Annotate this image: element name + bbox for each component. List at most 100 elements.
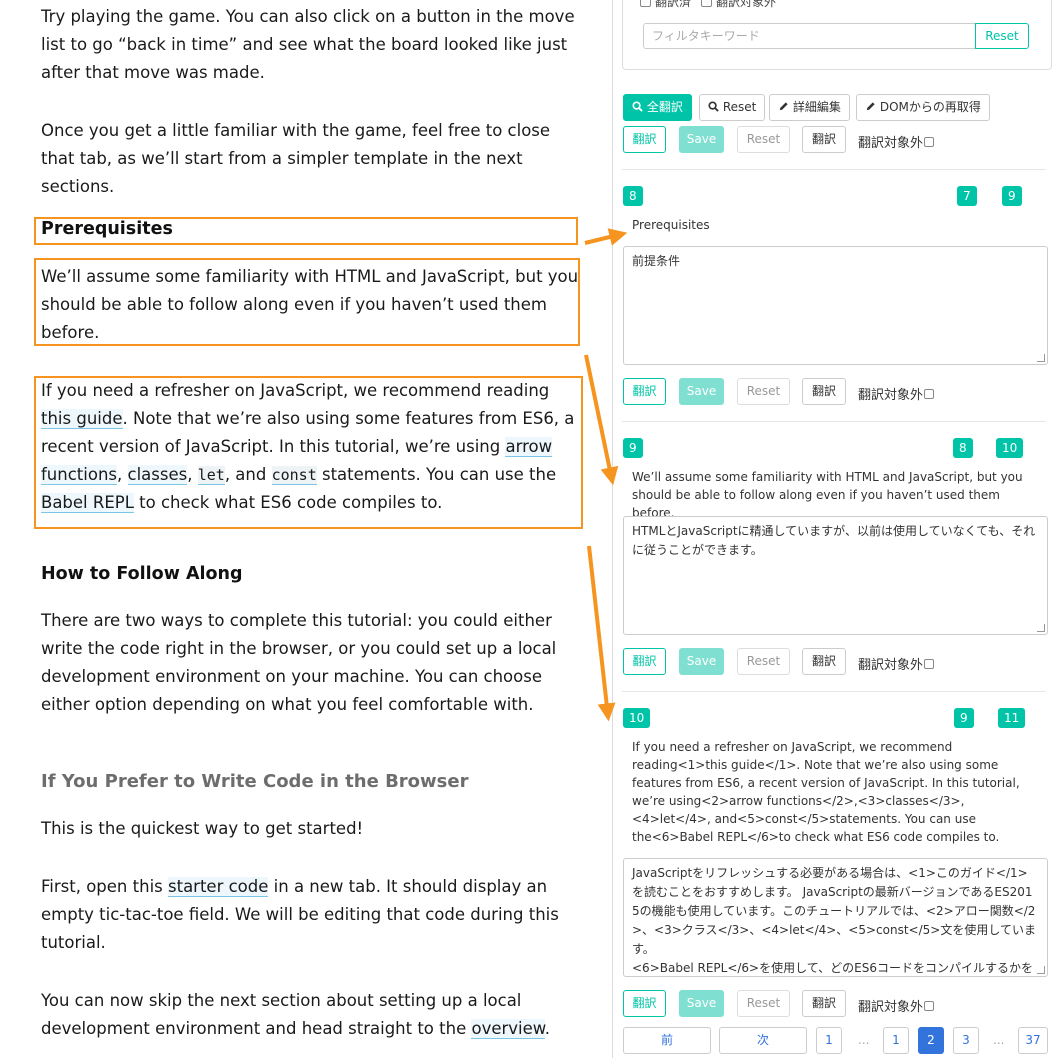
refetch-dom-button[interactable]: DOMからの再取得 <box>856 94 990 121</box>
paragraph-prereq-1: We’ll assume some familiarity with HTML … <box>41 267 579 342</box>
segment-id-badge: 8 <box>623 186 643 206</box>
checkbox-translated[interactable] <box>640 0 651 7</box>
pagination-next-button[interactable]: 次 <box>719 1027 807 1054</box>
follow-along-heading: How to Follow Along <box>41 564 243 584</box>
prev-segment-badge[interactable]: 9 <box>954 708 974 728</box>
segment-10-source: If you need a refresher on JavaScript, w… <box>632 740 1020 844</box>
text: If you need a refresher on JavaScript, w… <box>41 381 550 400</box>
filter-translated[interactable]: 翻訳済 <box>640 0 691 10</box>
text: to check what ES6 code compiles to. <box>133 493 443 512</box>
segment-7-reset-button[interactable]: Reset <box>737 126 790 153</box>
segment-8-source: Prerequisites <box>632 218 710 232</box>
paragraph-browser-1: This is the quickest way to get started! <box>41 819 364 838</box>
exclude-label: 翻訳対象外 <box>858 388 924 403</box>
link-this-guide[interactable]: this guide <box>41 409 123 429</box>
prev-segment-badge[interactable]: 7 <box>957 186 977 206</box>
link-const[interactable]: const <box>271 466 317 485</box>
prerequisites-heading: Prerequisites <box>41 219 173 239</box>
segment-id-badge: 9 <box>623 438 643 458</box>
filter-reset-button[interactable]: Reset <box>975 23 1029 49</box>
filter-translated-label: 翻訳済 <box>655 0 692 9</box>
segment-8-translate-button-2[interactable]: 翻訳 <box>802 378 846 405</box>
segment-9-exclude[interactable]: 翻訳対象外 <box>858 654 935 673</box>
filter-checkboxes: 翻訳済 翻訳対象外 <box>640 0 776 10</box>
detail-edit-button[interactable]: 詳細編集 <box>769 94 850 121</box>
resize-grip[interactable] <box>1037 624 1045 632</box>
exclude-checkbox[interactable] <box>924 1000 935 1011</box>
pagination-page[interactable]: 1 <box>816 1027 842 1054</box>
translate-all-button[interactable]: 全翻訳 <box>623 94 692 121</box>
link-babel-repl[interactable]: Babel REPL <box>41 493 134 513</box>
next-segment-badge[interactable]: 10 <box>996 438 1024 458</box>
segment-id-badge: 10 <box>623 708 651 728</box>
link-let[interactable]: let <box>197 466 225 485</box>
segment-8-translation-textarea[interactable]: 前提条件 <box>623 246 1048 365</box>
text: , and <box>224 465 272 484</box>
pagination-page[interactable]: 1 <box>883 1027 909 1054</box>
segment-9-translate-button[interactable]: 翻訳 <box>623 648 666 675</box>
segment-9-source: We’ll assume some familiarity with HTML … <box>632 470 1023 520</box>
exclude-label: 翻訳対象外 <box>858 136 924 151</box>
segment-10-translation-text: JavaScriptをリフレッシュする必要がある場合は、<1>このガイド</1>… <box>632 866 1036 975</box>
filter-keyword-input[interactable]: フィルタキーワード <box>643 23 976 49</box>
pagination-prev-button[interactable]: 前 <box>623 1027 711 1054</box>
exclude-checkbox[interactable] <box>924 388 935 399</box>
segment-10-translate-button[interactable]: 翻訳 <box>623 990 666 1017</box>
paragraph-intro-2: Once you get a little familiar with the … <box>41 121 551 196</box>
link-classes[interactable]: classes <box>127 465 188 485</box>
segment-8-exclude[interactable]: 翻訳対象外 <box>858 384 935 403</box>
segment-10-translate-button-2[interactable]: 翻訳 <box>802 990 846 1017</box>
browser-heading: If You Prefer to Write Code in the Brows… <box>41 771 469 792</box>
paragraph-prereq-2: If you need a refresher on JavaScript, w… <box>41 377 581 517</box>
translate-all-label: 全翻訳 <box>646 100 683 114</box>
segment-8-translation-text: 前提条件 <box>632 254 681 268</box>
resize-grip[interactable] <box>1037 966 1045 974</box>
exclude-label: 翻訳対象外 <box>858 1000 924 1015</box>
text: statements. You can use the <box>316 465 557 484</box>
paragraph-browser-3: You can now skip the next section about … <box>41 987 581 1043</box>
document-pane: Try playing the game. You can also click… <box>0 0 612 1058</box>
pagination-ellipsis: ... <box>993 1033 1005 1047</box>
pagination-page-current[interactable]: 2 <box>918 1027 944 1054</box>
next-segment-badge[interactable]: 11 <box>998 708 1026 728</box>
text: You can now skip the next section about … <box>41 991 522 1038</box>
segment-8-reset-button[interactable]: Reset <box>737 378 790 405</box>
paragraph-intro-1: Try playing the game. You can also click… <box>41 7 575 82</box>
pencil-icon <box>866 102 875 111</box>
segment-9-save-button[interactable]: Save <box>679 648 724 675</box>
pagination-ellipsis: ... <box>858 1033 870 1047</box>
prev-segment-badge[interactable]: 8 <box>953 438 973 458</box>
link-starter-code[interactable]: starter code <box>168 877 269 897</box>
filter-excluded-label: 翻訳対象外 <box>716 0 777 9</box>
segment-7-save-button[interactable]: Save <box>679 126 724 153</box>
refetch-dom-label: DOMからの再取得 <box>879 100 981 114</box>
exclude-checkbox[interactable] <box>924 136 935 147</box>
segment-9-reset-button[interactable]: Reset <box>737 648 790 675</box>
segment-7-translate-button-2[interactable]: 翻訳 <box>802 126 846 153</box>
segment-7-exclude[interactable]: 翻訳対象外 <box>858 132 935 151</box>
segment-separator <box>622 691 1046 692</box>
segment-10-save-button[interactable]: Save <box>679 990 724 1017</box>
resize-grip[interactable] <box>1037 354 1045 362</box>
segment-10-exclude[interactable]: 翻訳対象外 <box>858 996 935 1015</box>
text: , <box>117 465 128 484</box>
text: . <box>544 1019 550 1038</box>
toolbar-reset-button[interactable]: Reset <box>699 94 766 121</box>
pagination-page[interactable]: 3 <box>953 1027 979 1054</box>
link-overview[interactable]: overview <box>471 1019 545 1039</box>
text: , <box>187 465 198 484</box>
next-segment-badge[interactable]: 9 <box>1002 186 1022 206</box>
pencil-icon <box>779 102 788 111</box>
checkbox-excluded[interactable] <box>701 0 713 7</box>
filter-excluded[interactable]: 翻訳対象外 <box>701 0 776 10</box>
segment-9-translation-text: HTMLとJavaScriptに精通していますが、以前は使用していなくても、それ… <box>632 524 1036 557</box>
segment-8-translate-button[interactable]: 翻訳 <box>623 378 666 405</box>
segment-7-translate-button[interactable]: 翻訳 <box>623 126 666 153</box>
pagination-page-last[interactable]: 37 <box>1018 1027 1048 1054</box>
segment-8-save-button[interactable]: Save <box>679 378 724 405</box>
segment-10-translation-textarea[interactable]: JavaScriptをリフレッシュする必要がある場合は、<1>このガイド</1>… <box>623 858 1048 977</box>
exclude-checkbox[interactable] <box>924 658 935 669</box>
segment-10-reset-button[interactable]: Reset <box>737 990 790 1017</box>
segment-9-translation-textarea[interactable]: HTMLとJavaScriptに精通していますが、以前は使用していなくても、それ… <box>623 516 1048 635</box>
segment-9-translate-button-2[interactable]: 翻訳 <box>802 648 846 675</box>
